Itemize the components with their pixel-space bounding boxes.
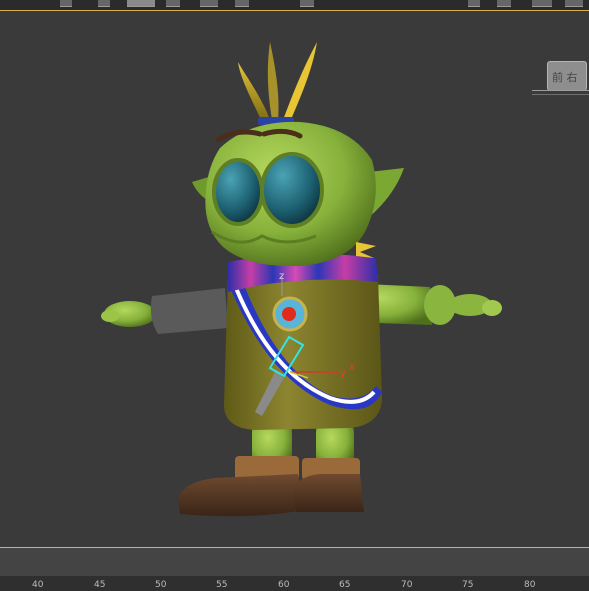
medallion xyxy=(272,296,308,332)
left-arm xyxy=(101,288,228,334)
feathers xyxy=(238,42,317,125)
bottom-panel xyxy=(0,548,589,576)
goblin-character-model[interactable]: z y x xyxy=(0,0,589,591)
ruler-tick-label: 60 xyxy=(278,580,290,590)
ruler-tick-label: 75 xyxy=(462,580,474,590)
ruler-tick-label: 55 xyxy=(216,580,228,590)
gizmo-x-label: x xyxy=(349,362,355,373)
ruler-tick-label: 80 xyxy=(524,580,536,590)
boots xyxy=(178,456,364,517)
gizmo-z-label: z xyxy=(279,271,284,282)
time-slider-ruler[interactable]: 40 45 50 55 60 65 70 75 80 xyxy=(0,576,589,591)
ruler-tick-label: 45 xyxy=(94,580,106,590)
ruler-tick-label: 40 xyxy=(32,580,44,590)
gizmo-y-label: y xyxy=(340,368,346,379)
ruler-tick-label: 50 xyxy=(155,580,167,590)
ruler-tick-label: 65 xyxy=(339,580,351,590)
head xyxy=(192,121,404,267)
ruler-tick-label: 70 xyxy=(401,580,413,590)
